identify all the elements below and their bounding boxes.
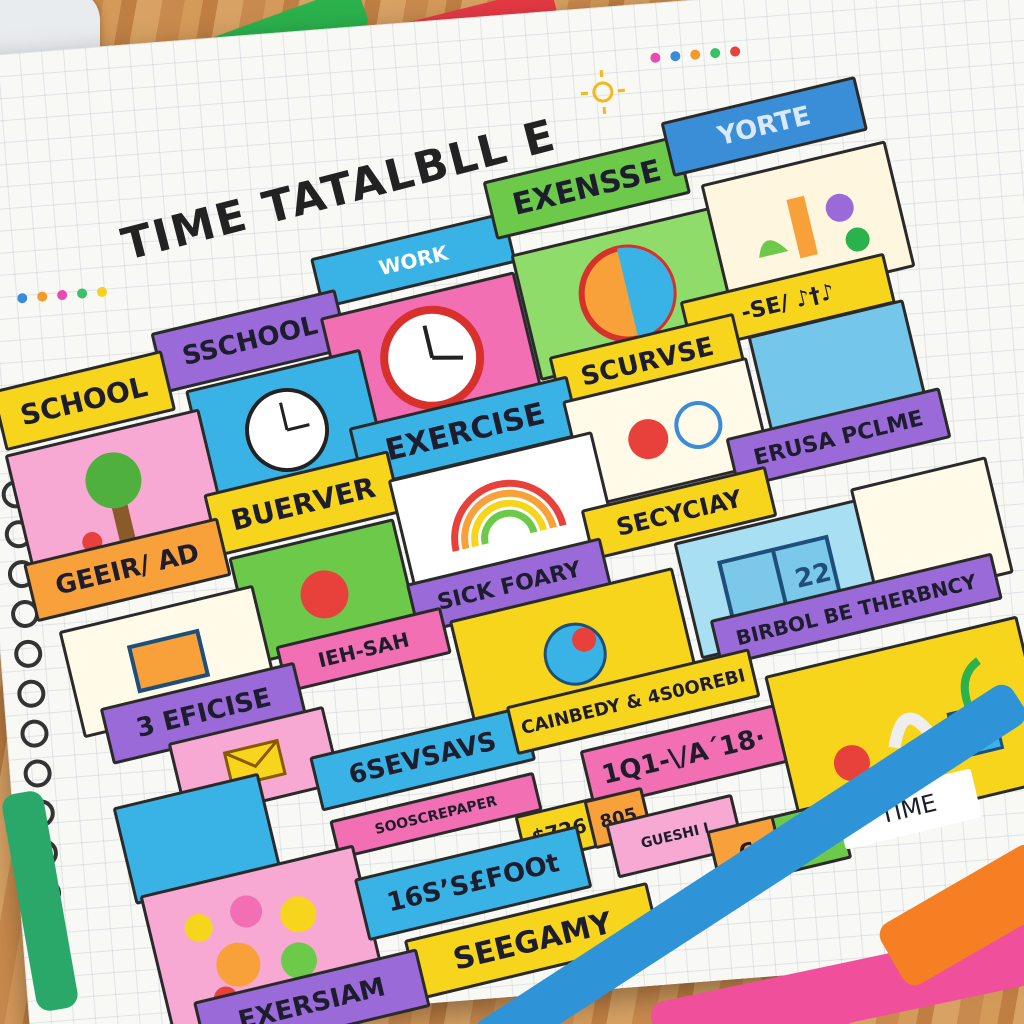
sun-icon [580, 69, 625, 115]
dots-row-right [650, 46, 741, 63]
desk-scene: TIME TATALBLL E WORK EXENSSE YORTE SSCHO… [0, 0, 1024, 1024]
apple-icon [300, 570, 349, 619]
notebook-page: TIME TATALBLL E WORK EXENSSE YORTE SSCHO… [0, 0, 1024, 1024]
apple-icon [628, 401, 723, 460]
rainbow-icon [451, 479, 567, 552]
